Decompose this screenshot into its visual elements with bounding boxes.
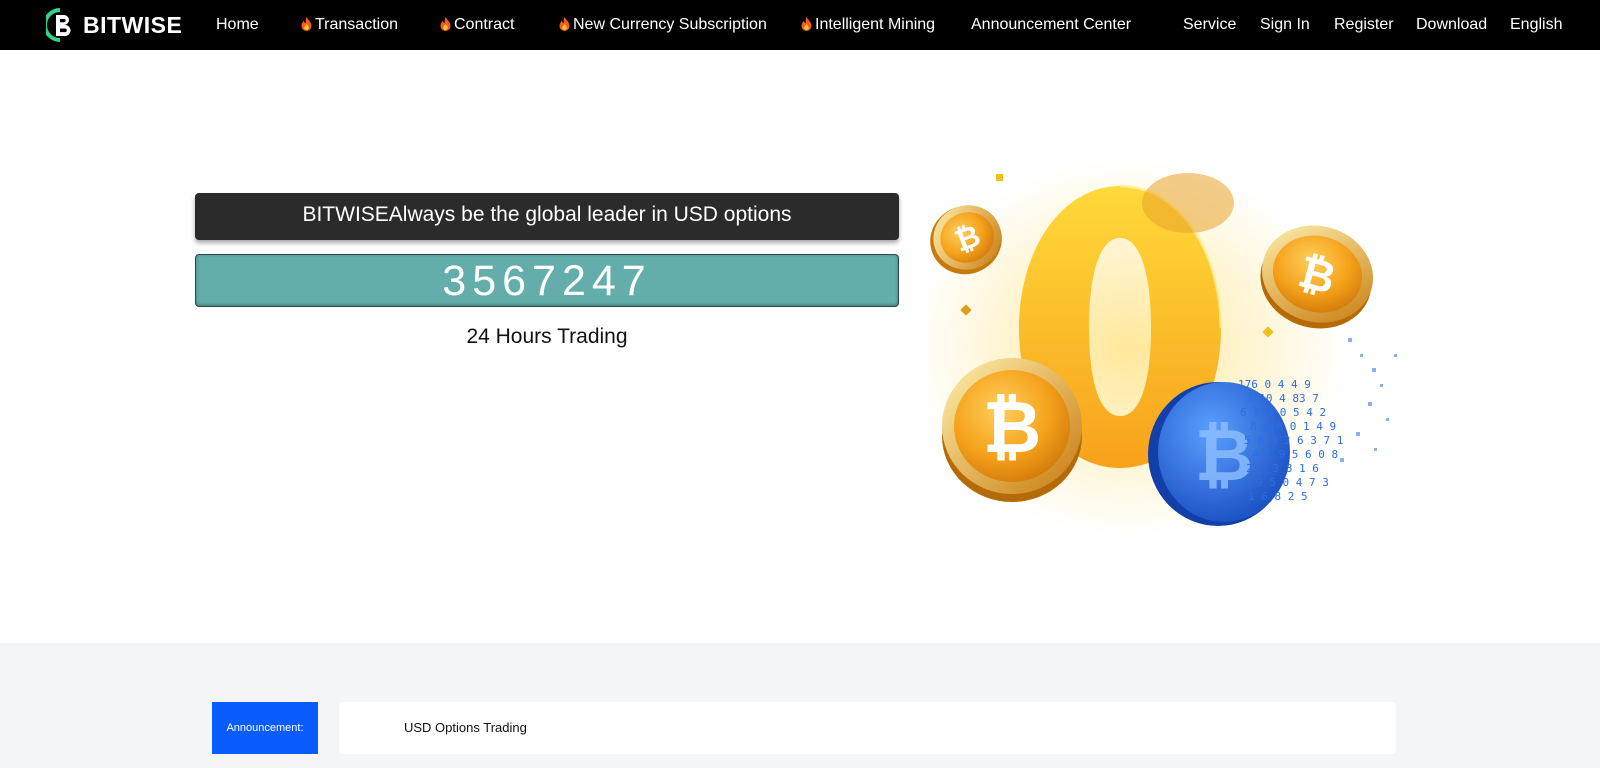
nav-transaction-label: Transaction: [315, 16, 398, 33]
language-selector[interactable]: English: [1510, 0, 1562, 50]
svg-text:1 6 8 2 5: 1 6 8 2 5: [1248, 490, 1308, 503]
nav-contract[interactable]: Contract: [440, 0, 514, 50]
nav-mining-label: Intelligent Mining: [815, 16, 936, 33]
svg-text:5 8 0 2 6 3 7 1: 5 8 0 2 6 3 7 1: [1244, 434, 1343, 447]
nav-home-label: Home: [216, 16, 259, 33]
nav-register[interactable]: Register: [1334, 0, 1394, 50]
svg-text:₿: ₿: [983, 385, 1042, 469]
announcement-label: Announcement:: [212, 702, 318, 754]
nav-transaction[interactable]: Transaction: [301, 0, 398, 50]
hero-headline: BITWISEAlways be the global leader in US…: [195, 193, 899, 240]
fire-icon: [301, 17, 312, 31]
svg-text:9 5 0 4 7 3: 9 5 0 4 7 3: [1256, 476, 1329, 489]
nav-sign-in[interactable]: Sign In: [1260, 0, 1310, 50]
trading-counter-caption: 24 Hours Trading: [466, 325, 628, 348]
svg-text:2 7 3 8 1 6: 2 7 3 8 1 6: [1246, 462, 1319, 475]
nav-new-currency-subscription[interactable]: New Currency Subscription: [559, 0, 767, 50]
nav-home[interactable]: Home: [216, 0, 259, 50]
brand-logo[interactable]: BITWISE: [46, 8, 182, 42]
fire-icon: [559, 17, 570, 31]
trading-counter: 3567247: [195, 254, 899, 307]
svg-text:3 10 4 83 7: 3 10 4 83 7: [1246, 392, 1319, 405]
brand-name: BITWISE: [83, 11, 183, 38]
svg-text:4 1 9 5 6 0 8: 4 1 9 5 6 0 8: [1252, 448, 1338, 461]
trading-counter-value: 3567247: [442, 257, 652, 305]
logo-icon: [46, 8, 71, 42]
fire-icon: [801, 17, 812, 31]
svg-text:₿: ₿: [1195, 413, 1254, 497]
announcement-ticker[interactable]: USD Options Trading: [339, 702, 1396, 754]
nav-register-label: Register: [1334, 16, 1394, 33]
nav-announcement-center[interactable]: Announcement Center: [971, 0, 1131, 50]
nav-intelligent-mining[interactable]: Intelligent Mining: [801, 0, 935, 50]
nav-contract-label: Contract: [454, 16, 515, 33]
language-label: English: [1510, 16, 1563, 33]
nav-subscription-label: New Currency Subscription: [573, 16, 767, 33]
nav-service-label: Service: [1183, 16, 1237, 33]
svg-text:8 3 6 0 1 4 9: 8 3 6 0 1 4 9: [1250, 420, 1336, 433]
svg-text:6 6 4 0 5 4 2: 6 6 4 0 5 4 2: [1240, 406, 1326, 419]
nav-announcements-label: Announcement Center: [971, 16, 1132, 33]
nav-download-label: Download: [1416, 16, 1488, 33]
top-navbar: BITWISE Home Transaction Contract New Cu…: [0, 0, 1600, 50]
announcement-text[interactable]: USD Options Trading: [404, 702, 527, 754]
nav-signin-label: Sign In: [1260, 16, 1310, 33]
nav-download[interactable]: Download: [1416, 0, 1487, 50]
zero-fee-bitcoin-illustration: ₿ ₿ ₿ ₿ 176 0 4 4 9 3 10 4 83 7 6 6 4 0 …: [928, 158, 1397, 538]
svg-text:176 0 4 4 9: 176 0 4 4 9: [1238, 378, 1311, 391]
fire-icon: [440, 17, 451, 31]
nav-service[interactable]: Service: [1183, 0, 1236, 50]
